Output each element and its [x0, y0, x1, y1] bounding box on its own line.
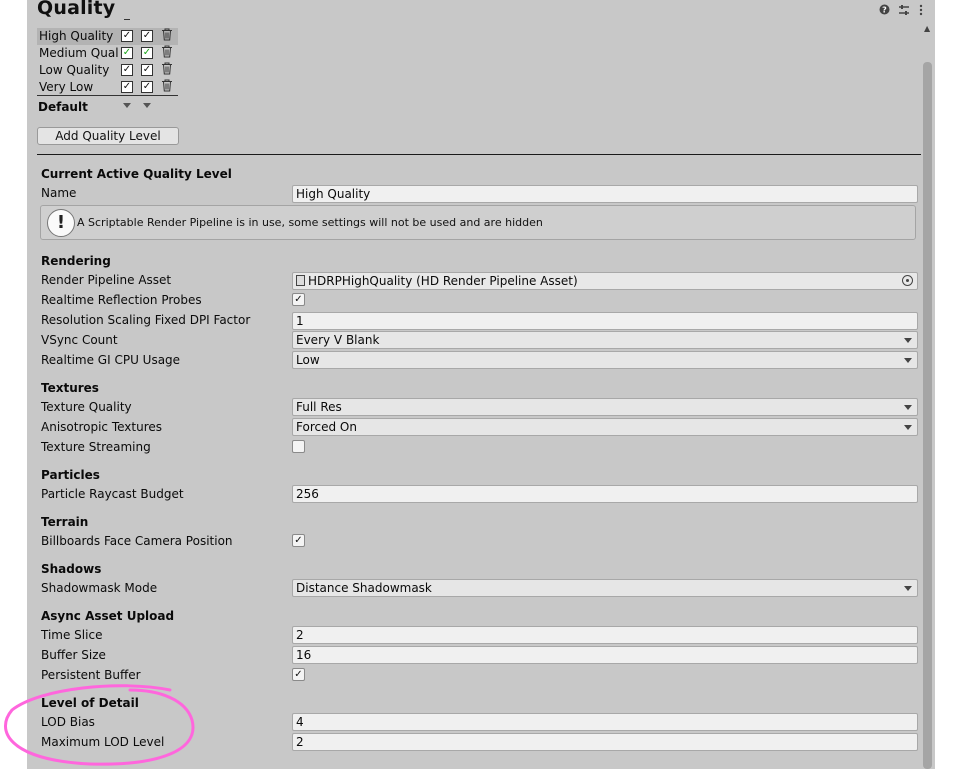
platform-checkbox[interactable]: ✓ — [141, 81, 153, 93]
time-slice-label: Time Slice — [41, 628, 103, 642]
max-lod-label: Maximum LOD Level — [41, 735, 165, 749]
quality-level-name: Low Quality — [39, 63, 110, 77]
texture-streaming-checkbox[interactable] — [292, 440, 305, 453]
preset-icon[interactable] — [898, 4, 910, 19]
lod-bias-label: LOD Bias — [41, 715, 95, 729]
help-icon[interactable]: ? — [879, 4, 890, 18]
object-picker-icon[interactable] — [902, 275, 913, 286]
trash-icon[interactable] — [161, 28, 173, 41]
reflection-probes-label: Realtime Reflection Probes — [41, 293, 202, 307]
anisotropic-dropdown[interactable]: Forced On — [292, 418, 918, 436]
srp-info-box: ! A Scriptable Render Pipeline is in use… — [40, 205, 916, 240]
quality-level-row[interactable]: Medium Quali ✓ ✓ — [37, 45, 178, 62]
scroll-up-icon[interactable]: ▲ — [924, 24, 930, 33]
divider — [37, 154, 921, 155]
section-heading-textures: Textures — [41, 381, 99, 395]
standalone-checkbox[interactable]: ✓ — [121, 64, 133, 76]
section-heading-lod: Level of Detail — [41, 696, 139, 710]
more-icon[interactable] — [919, 4, 923, 19]
warning-icon: ! — [47, 209, 75, 237]
persistent-buffer-label: Persistent Buffer — [41, 668, 141, 682]
svg-text:?: ? — [882, 6, 887, 15]
render-pipeline-value: HDRPHighQuality (HD Render Pipeline Asse… — [308, 274, 578, 288]
vsync-label: VSync Count — [41, 333, 118, 347]
divider — [124, 19, 130, 20]
shadowmask-label: Shadowmask Mode — [41, 581, 158, 595]
section-heading-shadows: Shadows — [41, 562, 102, 576]
trash-icon[interactable] — [161, 79, 173, 92]
section-heading-async-upload: Async Asset Upload — [41, 609, 175, 623]
trash-icon[interactable] — [161, 62, 173, 75]
raycast-budget-label: Particle Raycast Budget — [41, 487, 184, 501]
trash-icon[interactable] — [161, 45, 173, 58]
raycast-budget-field[interactable]: 256 — [292, 485, 918, 503]
name-label: Name — [41, 186, 77, 200]
asset-icon — [296, 275, 305, 286]
standalone-checkbox[interactable]: ✓ — [121, 30, 133, 42]
quality-level-name: Medium Quali — [39, 46, 119, 60]
render-pipeline-label: Render Pipeline Asset — [41, 273, 172, 287]
standalone-checkbox[interactable]: ✓ — [121, 81, 133, 93]
quality-level-name: High Quality — [39, 29, 114, 43]
quality-level-name: Very Low — [39, 80, 94, 94]
default-dropdown-arrow-icon[interactable] — [143, 103, 151, 108]
platform-checkbox[interactable]: ✓ — [141, 64, 153, 76]
default-row-label: Default — [38, 100, 88, 114]
persistent-buffer-checkbox[interactable]: ✓ — [292, 668, 305, 681]
info-text: A Scriptable Render Pipeline is in use, … — [77, 216, 543, 229]
gi-cpu-dropdown[interactable]: Low — [292, 351, 918, 369]
add-quality-level-button[interactable]: Add Quality Level — [37, 127, 179, 145]
name-field[interactable]: High Quality — [292, 185, 918, 203]
gi-cpu-label: Realtime GI CPU Usage — [41, 353, 181, 367]
billboards-label: Billboards Face Camera Position — [41, 534, 233, 548]
quality-level-row[interactable]: High Quality ✓ ✓ — [37, 28, 178, 45]
standalone-checkbox[interactable]: ✓ — [121, 47, 133, 59]
platform-checkbox[interactable]: ✓ — [141, 47, 153, 59]
buffer-size-field[interactable]: 16 — [292, 646, 918, 664]
buffer-size-label: Buffer Size — [41, 648, 106, 662]
shadowmask-dropdown[interactable]: Distance Shadowmask — [292, 579, 918, 597]
default-dropdown-arrow-icon[interactable] — [123, 103, 131, 108]
section-heading-current: Current Active Quality Level — [41, 167, 232, 181]
texture-quality-dropdown[interactable]: Full Res — [292, 398, 918, 416]
reflection-probes-checkbox[interactable]: ✓ — [292, 293, 305, 306]
max-lod-field[interactable]: 2 — [292, 733, 918, 751]
billboards-checkbox[interactable]: ✓ — [292, 534, 305, 547]
time-slice-field[interactable]: 2 — [292, 626, 918, 644]
section-heading-rendering: Rendering — [41, 254, 111, 268]
render-pipeline-asset-field[interactable]: HDRPHighQuality (HD Render Pipeline Asse… — [292, 272, 918, 290]
scrollbar-thumb[interactable] — [923, 62, 932, 769]
texture-streaming-label: Texture Streaming — [41, 440, 151, 454]
section-heading-particles: Particles — [41, 468, 100, 482]
texture-quality-label: Texture Quality — [41, 400, 132, 414]
vsync-dropdown[interactable]: Every V Blank — [292, 331, 918, 349]
dpi-factor-label: Resolution Scaling Fixed DPI Factor — [41, 313, 251, 327]
anisotropic-label: Anisotropic Textures — [41, 420, 163, 434]
platform-checkbox[interactable]: ✓ — [141, 30, 153, 42]
dpi-factor-field[interactable]: 1 — [292, 312, 918, 330]
quality-level-row[interactable]: Low Quality ✓ ✓ — [37, 62, 178, 79]
lod-bias-field[interactable]: 4 — [292, 713, 918, 731]
quality-level-row[interactable]: Very Low ✓ ✓ — [37, 79, 178, 96]
page-title: Quality — [37, 0, 116, 19]
section-heading-terrain: Terrain — [41, 515, 89, 529]
